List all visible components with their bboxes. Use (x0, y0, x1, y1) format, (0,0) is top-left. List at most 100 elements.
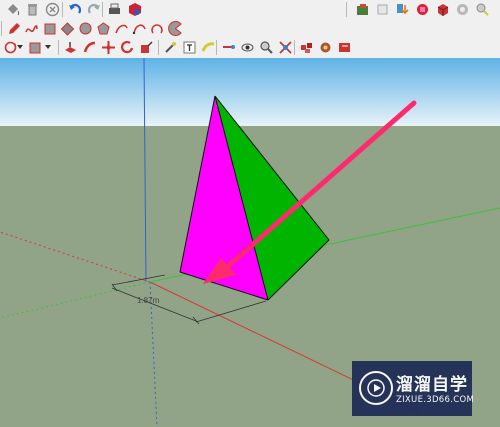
printer-icon (108, 3, 120, 14)
components-button[interactable] (298, 39, 314, 55)
move-button[interactable] (100, 39, 116, 55)
scale-icon (140, 41, 152, 53)
model-info-icon (128, 2, 141, 16)
shape-dropdown-button[interactable] (26, 39, 42, 55)
push-pull-icon (64, 41, 76, 53)
redo-icon (87, 3, 100, 14)
toolbar-row-3 (0, 38, 500, 57)
two-point-arc-button[interactable] (131, 20, 147, 36)
trash-icon (27, 3, 37, 15)
tape-measure-icon (164, 41, 176, 53)
warehouse-icon (356, 3, 368, 15)
toolbar-separator (62, 2, 63, 17)
get-models-button[interactable] (354, 1, 370, 17)
pie-button[interactable] (167, 20, 183, 36)
dimension-label: 1.87m (137, 296, 160, 305)
orbit-dropdown-button[interactable] (2, 39, 18, 55)
toolbar-separator (58, 40, 59, 55)
rectangle-icon (44, 23, 55, 34)
delete-tool-button[interactable] (24, 1, 40, 17)
three-point-arc-icon (150, 23, 163, 33)
extension-gray-icon (456, 3, 468, 15)
freehand-icon (24, 24, 38, 32)
redo-button[interactable] (86, 1, 102, 17)
three-point-arc-button[interactable] (149, 20, 165, 36)
toolbar-separator (216, 40, 217, 55)
toolbar-separator (346, 2, 347, 17)
arc-button[interactable] (113, 20, 129, 36)
look-around-button[interactable] (239, 39, 255, 55)
zoom-icon (259, 40, 273, 54)
toolbar-separator (158, 40, 159, 55)
rectangle-dropdown-icon (29, 42, 40, 53)
paint-bucket-tool-button[interactable] (4, 1, 20, 17)
toolbar-separator (1, 21, 2, 36)
scale-button[interactable] (138, 39, 154, 55)
rotated-rectangle-button[interactable] (59, 20, 75, 36)
materials-icon (320, 42, 330, 52)
watermark-url: ZIXUE.3D66.COM (396, 395, 475, 405)
toolbar-row-2 (0, 19, 500, 38)
pencil-icon (8, 22, 20, 34)
eraser-cancel-button[interactable] (44, 1, 60, 17)
pie-icon (167, 20, 182, 36)
follow-me-icon (83, 41, 95, 52)
chevron-down-icon[interactable] (45, 45, 51, 49)
zoom-button[interactable] (258, 39, 274, 55)
circle-button[interactable] (77, 20, 93, 36)
extension-1-button[interactable] (414, 1, 430, 17)
paint-button[interactable] (200, 39, 216, 55)
two-point-arc-icon (132, 23, 146, 34)
print-button[interactable] (106, 1, 122, 17)
watermark-title: 溜溜自学 (396, 375, 468, 395)
watermark: 溜溜自学 ZIXUE.3D66.COM (352, 361, 475, 416)
rotated-rectangle-icon (60, 21, 74, 36)
share-model-button[interactable] (374, 1, 390, 17)
play-logo-icon (359, 371, 393, 405)
download-icon (396, 3, 409, 14)
components-icon (300, 42, 312, 53)
extension-cube-icon (437, 3, 448, 16)
paint-bucket-icon (7, 3, 19, 15)
tape-measure-button[interactable] (162, 39, 178, 55)
zoom-extents-button[interactable] (277, 39, 293, 55)
model-info-button[interactable] (126, 1, 142, 17)
extension-red-icon (416, 3, 428, 15)
undo-icon (68, 3, 81, 14)
look-around-icon (241, 43, 253, 51)
toolbar-area (0, 0, 500, 59)
freehand-button[interactable] (23, 20, 39, 36)
text-button[interactable] (181, 39, 197, 55)
rectangle-button[interactable] (41, 20, 57, 36)
polygon-icon (96, 21, 110, 34)
rotate-button[interactable] (119, 39, 135, 55)
styles-button[interactable] (336, 39, 352, 55)
walk-button[interactable] (220, 39, 236, 55)
toolbar-row-1 (0, 0, 500, 19)
download-button[interactable] (394, 1, 410, 17)
sky (0, 58, 500, 126)
paint-icon (201, 41, 214, 52)
extension-4-button[interactable] (474, 1, 490, 17)
follow-me-button[interactable] (81, 39, 97, 55)
materials-button[interactable] (317, 39, 333, 55)
undo-button[interactable] (66, 1, 82, 17)
walk-icon (222, 44, 235, 49)
circle-x-icon (45, 2, 59, 16)
extension-2-button[interactable] (434, 1, 450, 17)
text-icon (183, 41, 195, 53)
extension-lens-icon (476, 3, 489, 16)
toolbar-separator (294, 40, 295, 55)
share-icon (377, 4, 387, 14)
arc-icon (114, 24, 128, 33)
chevron-down-icon[interactable] (17, 45, 23, 49)
styles-icon (338, 42, 350, 52)
push-pull-button[interactable] (62, 39, 78, 55)
zoom-extents-icon (278, 40, 292, 54)
pencil-line-button[interactable] (5, 20, 21, 36)
polygon-button[interactable] (95, 20, 111, 36)
extension-3-button[interactable] (454, 1, 470, 17)
orbit-icon (4, 41, 16, 53)
toolbar-separator (102, 2, 103, 17)
circle-icon (79, 22, 91, 34)
